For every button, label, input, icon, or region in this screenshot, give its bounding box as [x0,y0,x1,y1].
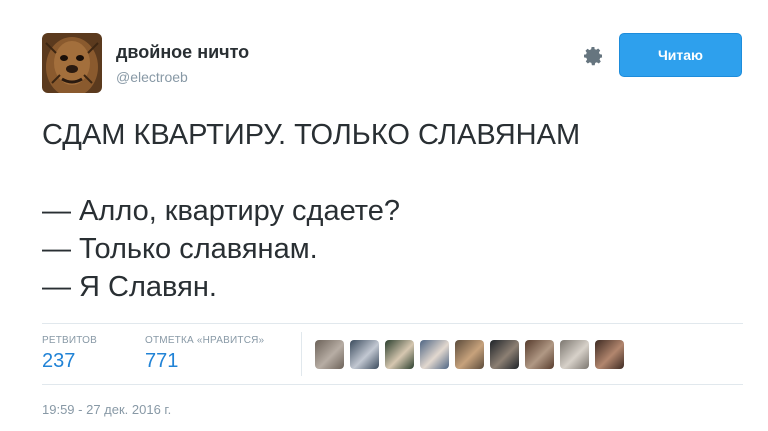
likes-stat[interactable]: ОТМЕТКА «НРАВИТСЯ» 771 [145,335,264,373]
follow-button[interactable]: Читаю [619,33,742,77]
liker-avatar-7[interactable] [525,340,554,369]
liker-avatar-1[interactable] [315,340,344,369]
likes-label: ОТМЕТКА «НРАВИТСЯ» [145,335,265,346]
liker-avatar-2[interactable] [350,340,379,369]
author-avatar[interactable] [42,33,102,93]
author-name[interactable]: двойное ничто [116,42,249,63]
chewbacca-avatar-image [42,33,102,93]
stats-top-divider [42,323,743,324]
tweet-timestamp[interactable]: 19:59 - 27 дек. 2016 г. [42,402,171,417]
likes-count: 771 [145,350,179,372]
retweets-count: 237 [42,350,76,372]
liker-avatar-8[interactable] [560,340,589,369]
liker-avatars [315,340,624,369]
liker-avatar-6[interactable] [490,340,519,369]
liker-avatar-4[interactable] [420,340,449,369]
retweets-label: РЕТВИТОВ [42,335,98,346]
tweet-text: СДАМ КВАРТИРУ. ТОЛЬКО СЛАВЯНАМ — Алло, к… [42,119,581,303]
liker-avatar-3[interactable] [385,340,414,369]
stats-vertical-divider [301,332,302,376]
liker-avatar-9[interactable] [595,340,624,369]
gear-icon[interactable] [581,44,605,68]
retweets-stat[interactable]: РЕТВИТОВ 237 [42,335,97,373]
author-handle[interactable]: @electroeb [116,69,188,85]
stats-bottom-divider [42,384,743,385]
liker-avatar-5[interactable] [455,340,484,369]
